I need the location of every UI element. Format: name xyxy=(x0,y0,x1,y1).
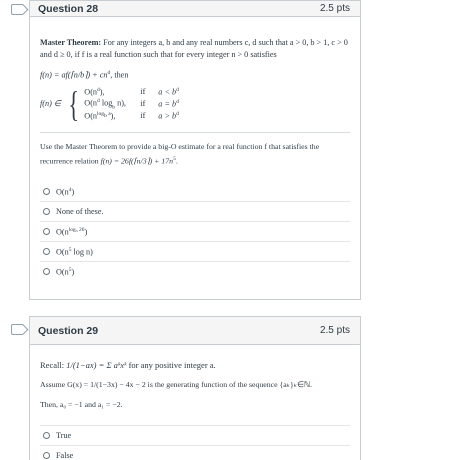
question-header: Question 28 2.5 pts xyxy=(30,1,360,17)
question-points: 2.5 pts xyxy=(319,325,350,336)
question-text: Use the Master Theorem to provide a big-… xyxy=(40,141,320,166)
case-cond-exp: d xyxy=(176,87,179,94)
answer-option[interactable]: True xyxy=(40,425,350,445)
recurrence-formula: f(n) = af(⌈n/b⌉) + cn xyxy=(40,70,108,80)
answer-option[interactable]: O(n5 log n) xyxy=(40,241,350,261)
flag-icon[interactable] xyxy=(11,4,24,15)
answer-list: O(n4) None of these. O(nlog₃ 26) O(n5 lo… xyxy=(40,181,350,281)
question-body: Recall: 1/(1−ax) = Σ aᵏxᵏ for any positi… xyxy=(30,345,360,460)
case-if: if xyxy=(140,98,146,108)
theorem-title: Master Theorem: xyxy=(40,38,102,47)
answer-label: True xyxy=(56,430,72,440)
case-cond-exp: d xyxy=(176,99,179,106)
question-body: Master Theorem: For any integers a, b an… xyxy=(30,17,360,281)
recurrence-tail: , then xyxy=(110,70,129,80)
answer-option[interactable]: O(n5) xyxy=(40,261,350,281)
radio-button[interactable] xyxy=(43,248,50,256)
then-line: Then, a₀ = −1 and a₁ = −2. xyxy=(40,400,123,409)
radio-button[interactable] xyxy=(43,187,50,195)
radio-button[interactable] xyxy=(43,228,50,236)
question-29-card: Question 29 2.5 pts Recall: 1/(1−ax) = Σ… xyxy=(29,316,361,460)
question-formula: f(n) = 26f(⌈n/3⌉) + 17n xyxy=(100,156,174,166)
answer-option[interactable]: O(nlog₃ 26) xyxy=(40,221,350,241)
answer-list: True False xyxy=(40,425,350,460)
case-row: O(nlogb a), if a > bd xyxy=(84,110,179,122)
recall-formula: 1/(1−ax) = Σ aᵏxᵏ xyxy=(66,360,127,370)
case-tail: n), xyxy=(115,98,126,108)
recall-label: Recall: xyxy=(40,360,65,370)
theorem-statement: Master Theorem: For any integers a, b an… xyxy=(40,37,350,61)
recall-tail: for any positive integer a. xyxy=(128,360,216,370)
question-28-card: Question 28 2.5 pts Master Theorem: For … xyxy=(29,0,361,300)
answer-option[interactable]: O(n4) xyxy=(40,181,350,201)
answer-label: O(n5) xyxy=(56,267,75,278)
radio-button[interactable] xyxy=(43,208,50,216)
answer-label: False xyxy=(56,450,74,460)
answer-option[interactable]: False xyxy=(40,445,350,460)
case-close: log xyxy=(99,98,113,108)
question-title: Question 28 xyxy=(38,2,99,15)
case-cond-exp: d xyxy=(176,111,179,118)
master-theorem-cases: f(n) ∈ { O(nd), if a < bd O(nd logb n), … xyxy=(40,86,350,122)
question-prompt: Use the Master Theorem to provide a big-… xyxy=(40,141,320,166)
case-expr: O(n xyxy=(84,112,98,122)
flag-icon[interactable] xyxy=(11,324,24,335)
question-exponent: 5 xyxy=(173,155,176,162)
case-expr: O(n xyxy=(84,98,98,108)
answer-label: O(nlog₃ 26) xyxy=(56,227,88,238)
question-title: Question 29 xyxy=(38,324,99,337)
case-if: if xyxy=(140,110,146,120)
question-header: Question 29 2.5 pts xyxy=(30,317,360,345)
recall-line: Recall: 1/(1−ax) = Σ aᵏxᵏ for any positi… xyxy=(40,359,350,371)
brace: { xyxy=(68,83,79,124)
case-if: if xyxy=(140,86,146,96)
f-prefix: f(n) ∈ xyxy=(40,98,62,108)
answer-label: O(n5 log n) xyxy=(56,247,93,258)
answer-label: None of these. xyxy=(56,206,104,216)
case-exp: log xyxy=(97,111,105,118)
question-points: 2.5 pts xyxy=(319,3,350,14)
answer-label: O(n4) xyxy=(56,186,75,197)
case-list: O(nd), if a < bd O(nd logb n), if a = bd… xyxy=(84,86,179,122)
answer-option[interactable]: None of these. xyxy=(40,201,350,221)
radio-button[interactable] xyxy=(43,268,50,276)
recurrence-line: f(n) = af(⌈n/b⌉) + cnd, then xyxy=(40,67,350,82)
case-close: ), xyxy=(110,112,116,122)
assume-line: Assume G(x) = 1/(1−3x) − 4x − 2 is the g… xyxy=(40,380,313,389)
radio-button[interactable] xyxy=(43,432,50,439)
divider xyxy=(40,131,350,133)
radio-button[interactable] xyxy=(43,452,50,459)
case-cond: a > b xyxy=(158,112,177,122)
